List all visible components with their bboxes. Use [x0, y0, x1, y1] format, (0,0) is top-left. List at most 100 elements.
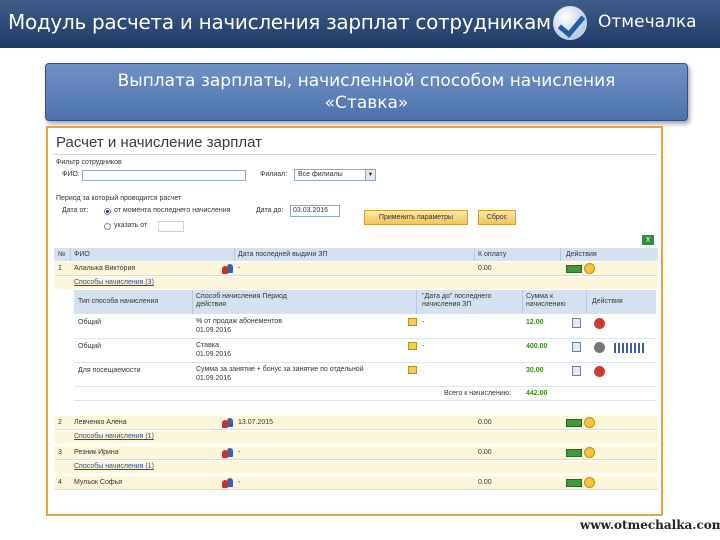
banner-line-2: «Ставка» [324, 93, 409, 113]
inner-row-type: Общий [78, 343, 102, 350]
pay-icon[interactable] [566, 419, 582, 427]
inner-total-row: Всего к начислению: 442.00 [74, 387, 656, 401]
header-actions: Действия [566, 251, 597, 258]
smile-icon[interactable] [584, 263, 595, 274]
row-name: Левченко Алена [74, 419, 127, 426]
accrual-methods-link[interactable]: Способы начисления (1) [74, 433, 154, 440]
inner-row-sum: 30.00 [526, 367, 544, 374]
total-label: Всего к начислению: [444, 390, 511, 397]
branch-select[interactable]: Все филиалы ▼ [294, 169, 376, 181]
accrual-methods-row: Способы начисления (1) [54, 461, 658, 473]
top-bar: Модуль расчета и начисления зарплат сотр… [0, 0, 720, 48]
inner-row-last: - [422, 319, 425, 326]
inner-row-method: Сумма за занятие + бонус за занятие по о… [196, 366, 364, 373]
accrual-methods-link[interactable]: Способы начисления (3) [74, 279, 154, 286]
settings-icon[interactable] [594, 342, 605, 353]
presentation-title: Модуль расчета и начисления зарплат сотр… [8, 10, 551, 34]
radio-since-last[interactable] [104, 208, 111, 215]
accrual-methods-link[interactable]: Способы начисления (1) [74, 463, 154, 470]
fio-label: ФИО: [62, 171, 80, 178]
calculator-icon[interactable] [572, 366, 581, 376]
period-label: Период за который проводится расчет [56, 195, 182, 202]
branch-label: Филиал: [260, 171, 288, 178]
table-header: № ФИО Дата последней выдачи ЗП К оплату … [54, 248, 658, 261]
checkmark-icon [553, 6, 587, 40]
row-date: 13.07.2015 [238, 419, 274, 426]
app-screenshot: Расчет и начисление зарплат Фильтр сотру… [46, 126, 663, 516]
excel-export-icon[interactable]: X [642, 235, 654, 245]
table-row: 4 Мульок Софья - 0.00 [54, 476, 658, 490]
table-row: 3 Резник Ирина - 0.00 [54, 446, 658, 460]
accrual-methods-row: Способы начисления (1) [54, 431, 658, 443]
fio-input[interactable] [82, 170, 246, 181]
row-amount: 0.00 [478, 449, 492, 456]
row-name: Алалыка Виктория [74, 265, 136, 272]
date-to-label: Дата до: [256, 207, 284, 214]
inner-row-sum: 12.00 [526, 319, 544, 326]
inner-header-last-date: "Дата до" последнего начисления ЗП [422, 293, 492, 308]
inner-header-actions: Действия [592, 298, 623, 305]
row-date: - [238, 265, 241, 272]
banner-line-1: Выплата зарплаты, начисленной способом н… [117, 71, 616, 91]
title-divider [54, 154, 657, 155]
inner-header-type: Тип способа начисления [78, 298, 159, 305]
slide-banner: Выплата зарплаты, начисленной способом н… [45, 63, 688, 121]
pay-icon[interactable] [566, 265, 582, 273]
inner-row-period: 01.09.2016 [196, 375, 232, 382]
row-num: 1 [58, 265, 62, 272]
header-num: № [58, 251, 66, 258]
reset-button[interactable]: Сброс [478, 210, 516, 225]
inner-row: Общий Ставка 01.09.2016 - 400.00 [74, 339, 656, 363]
inner-row-method: Ставка [196, 342, 219, 349]
radio-since-last-label: от момента последнего начисления [114, 207, 231, 214]
inner-row-sum: 400.00 [526, 343, 548, 350]
date-from-input[interactable] [158, 221, 184, 232]
document-icon[interactable] [408, 342, 417, 350]
row-date: - [238, 449, 241, 456]
apply-params-button[interactable]: Применить параметры [364, 210, 468, 225]
radio-specify-from[interactable] [104, 223, 111, 230]
row-date: - [238, 479, 241, 486]
branch-select-value: Все филиалы [298, 171, 343, 178]
inner-header-method: Способ начисления Период действия [196, 293, 287, 308]
accrual-methods-row: Способы начисления (3) [54, 277, 658, 289]
row-amount: 0.00 [478, 265, 492, 272]
smile-icon[interactable] [584, 447, 595, 458]
total-value: 442.00 [526, 390, 548, 397]
row-num: 2 [58, 419, 62, 426]
row-num: 4 [58, 479, 62, 486]
row-name: Резник Ирина [74, 449, 119, 456]
schedule-grid-icon[interactable] [614, 343, 644, 353]
header-fio: ФИО [74, 251, 90, 258]
document-icon[interactable] [408, 318, 417, 326]
delete-icon[interactable] [594, 366, 605, 377]
inner-row-last: - [422, 343, 425, 350]
inner-row-type: Для посещаемости [78, 367, 141, 374]
calculator-icon[interactable] [572, 342, 581, 352]
table-row: 2 Левченко Алена 13.07.2015 0.00 [54, 416, 658, 430]
row-num: 3 [58, 449, 62, 456]
people-icon[interactable] [222, 448, 233, 458]
smile-icon[interactable] [584, 477, 595, 488]
header-to-pay: К оплату [478, 251, 507, 258]
inner-header-sum: Сумма к начислению [526, 293, 566, 308]
delete-icon[interactable] [594, 318, 605, 329]
date-from-label: Дата от: [62, 207, 89, 214]
people-icon[interactable] [222, 418, 233, 428]
date-to-input[interactable]: 03.03.2016 [290, 205, 340, 217]
brand-name: Отмечалка [598, 12, 697, 32]
row-amount: 0.00 [478, 479, 492, 486]
inner-row: Общий % от продаж абонементов 01.09.2016… [74, 315, 656, 339]
pay-icon[interactable] [566, 449, 582, 457]
page-title: Расчет и начисление зарплат [56, 134, 263, 151]
footer-url: www.otmechalka.com [580, 518, 720, 532]
people-icon[interactable] [222, 478, 233, 488]
chevron-down-icon: ▼ [365, 170, 375, 180]
people-icon[interactable] [222, 264, 233, 274]
smile-icon[interactable] [584, 417, 595, 428]
inner-row-method: % от продаж абонементов [196, 318, 282, 325]
calculator-icon[interactable] [572, 318, 581, 328]
document-icon[interactable] [408, 366, 417, 374]
pay-icon[interactable] [566, 479, 582, 487]
inner-row-period: 01.09.2016 [196, 351, 232, 358]
